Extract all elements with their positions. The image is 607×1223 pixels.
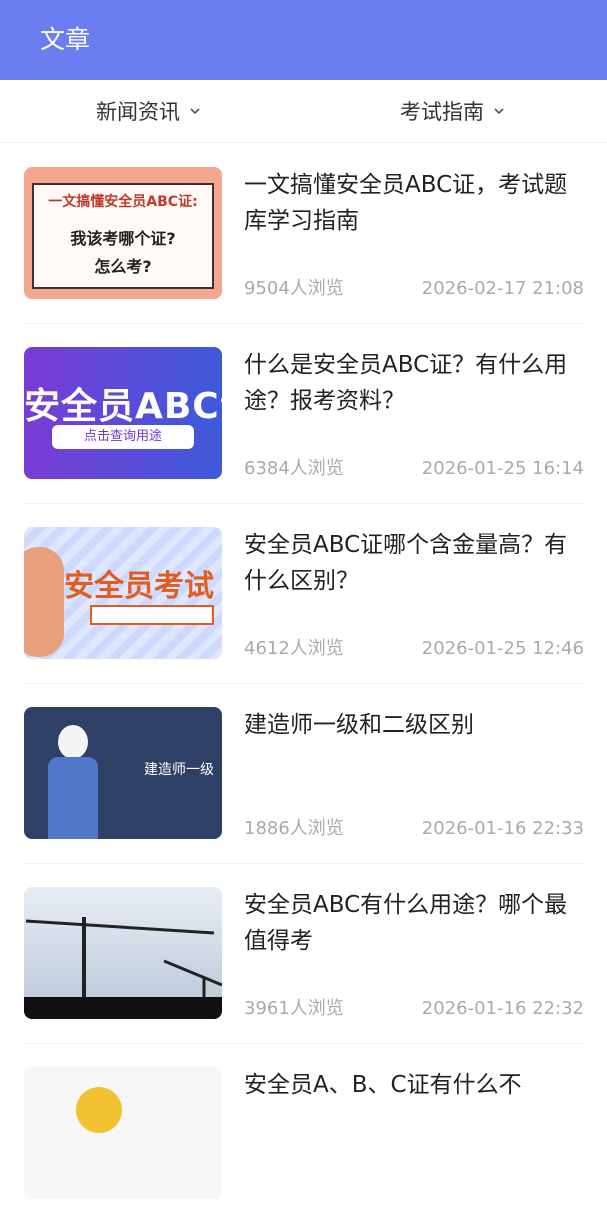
article-item[interactable]: 安全员考试 安全员ABC证哪个含金量高？有什么区别？ 4612人浏览 2026-… xyxy=(24,503,584,684)
thumbnail-text: 安全员ABC证 xyxy=(24,386,222,427)
article-title[interactable]: 一文搞懂安全员ABC证，考试题库学习指南 xyxy=(244,167,584,239)
thumbnail-text: 怎么考? xyxy=(94,257,152,276)
article-item[interactable]: 安全员ABC有什么用途？哪个最值得考 3961人浏览 2026-01-16 22… xyxy=(24,863,584,1044)
view-count: 6384人浏览 xyxy=(244,458,344,479)
publish-date: 2026-01-16 22:33 xyxy=(421,818,584,839)
filter-bar: 新闻资讯 考试指南 xyxy=(0,80,607,143)
thumbnail-text: 我该考哪个证? xyxy=(70,229,176,248)
publish-date: 2026-02-17 21:08 xyxy=(421,278,584,299)
app-header: 文章 xyxy=(0,0,607,80)
thumbnail-text: 点击查询用途 xyxy=(52,425,194,449)
article-title[interactable]: 安全员ABC有什么用途？哪个最值得考 xyxy=(244,887,584,959)
article-title[interactable]: 什么是安全员ABC证？有什么用途？报考资料？ xyxy=(244,347,584,419)
thumbnail-ground xyxy=(24,997,222,1019)
thumbnail-text: 安全员考试 xyxy=(64,569,214,604)
thumbnail-board: 一文搞懂安全员ABC证: 我该考哪个证? 怎么考? xyxy=(32,183,214,289)
view-count: 3961人浏览 xyxy=(244,998,344,1019)
thumbnail-text: 一文搞懂安全员ABC证: xyxy=(48,194,198,210)
publish-date: 2026-01-25 16:14 xyxy=(421,458,584,479)
article-thumbnail: 安全员ABC证 点击查询用途 xyxy=(24,347,222,479)
thumbnail-figure-body xyxy=(48,757,98,839)
filter-news-label: 新闻资讯 xyxy=(96,100,180,124)
view-count: 1886人浏览 xyxy=(244,818,344,839)
article-title[interactable]: 建造师一级和二级区别 xyxy=(244,707,584,743)
article-thumbnail xyxy=(24,887,222,1019)
article-title[interactable]: 安全员A、B、C证有什么不 xyxy=(244,1067,584,1103)
article-item[interactable]: 安全员ABC证 点击查询用途 什么是安全员ABC证？有什么用途？报考资料？ 63… xyxy=(24,323,584,504)
article-thumbnail: 建造师一级 xyxy=(24,707,222,839)
article-item[interactable]: 建造师一级 建造师一级和二级区别 1886人浏览 2026-01-16 22:3… xyxy=(24,683,584,864)
view-count: 9504人浏览 xyxy=(244,278,344,299)
thumbnail-figure xyxy=(76,1087,122,1133)
chevron-down-icon xyxy=(190,108,200,115)
article-title[interactable]: 安全员ABC证哪个含金量高？有什么区别？ xyxy=(244,527,584,599)
filter-exam-guide[interactable]: 考试指南 xyxy=(400,94,506,128)
filter-news[interactable]: 新闻资讯 xyxy=(96,94,202,128)
view-count: 4612人浏览 xyxy=(244,638,344,659)
article-thumbnail: 一文搞懂安全员ABC证: 我该考哪个证? 怎么考? xyxy=(24,167,222,299)
thumbnail-text: 建造师一级 xyxy=(144,762,214,778)
publish-date: 2026-01-16 22:32 xyxy=(421,998,584,1019)
article-thumbnail xyxy=(24,1067,222,1199)
chevron-down-icon xyxy=(494,108,504,115)
thumbnail-figure xyxy=(24,547,64,657)
filter-exam-guide-label: 考试指南 xyxy=(400,100,484,124)
page-title: 文章 xyxy=(40,25,91,54)
article-item[interactable]: 一文搞懂安全员ABC证: 我该考哪个证? 怎么考? 一文搞懂安全员ABC证，考试… xyxy=(24,143,584,324)
publish-date: 2026-01-25 12:46 xyxy=(421,638,584,659)
thumbnail-figure-head xyxy=(58,725,88,759)
thumbnail-search-bar xyxy=(90,605,214,625)
article-thumbnail: 安全员考试 xyxy=(24,527,222,659)
article-item[interactable]: 安全员A、B、C证有什么不 xyxy=(24,1043,584,1223)
